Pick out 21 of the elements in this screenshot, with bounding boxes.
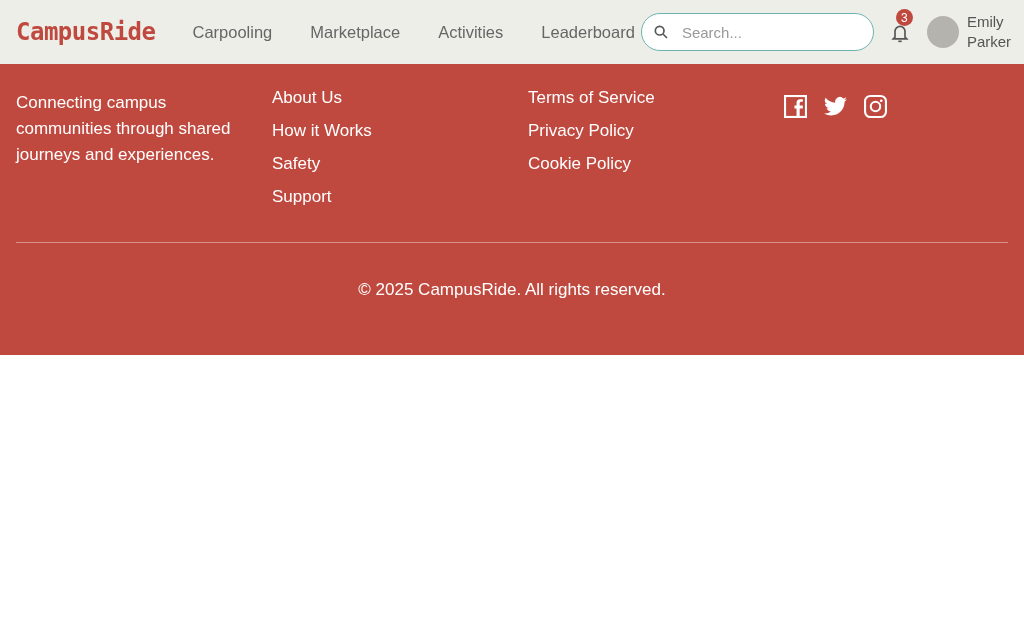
- copyright-text: © 2025 CampusRide. All rights reserved.: [357, 279, 667, 301]
- search-icon: [652, 24, 669, 40]
- facebook-icon[interactable]: [784, 95, 807, 118]
- footer-link[interactable]: Cookie Policy: [528, 154, 631, 174]
- user-name[interactable]: Emily Parker: [966, 12, 1012, 52]
- footer-tagline: Connecting campus communities through shared journeys and experiences.: [16, 92, 231, 166]
- nav-link[interactable]: Activities: [438, 19, 504, 45]
- nav-link[interactable]: Marketplace: [310, 19, 401, 45]
- footer-link[interactable]: Support: [272, 187, 332, 207]
- footer-link[interactable]: How it Works: [272, 121, 372, 141]
- logo[interactable]: CampusRide: [16, 14, 156, 50]
- camera-icon[interactable]: [864, 95, 887, 118]
- notification-count: 3: [895, 9, 913, 26]
- footer-link[interactable]: About Us: [272, 88, 342, 108]
- bird-icon[interactable]: [824, 95, 847, 118]
- nav-link[interactable]: Leaderboard: [541, 19, 635, 45]
- footer-link[interactable]: Privacy Policy: [528, 121, 634, 141]
- footer-link[interactable]: Safety: [272, 154, 321, 174]
- search-field[interactable]: Search...: [640, 13, 874, 51]
- nav-link[interactable]: Carpooling: [192, 19, 273, 45]
- footer-link[interactable]: Terms of Service: [528, 88, 655, 108]
